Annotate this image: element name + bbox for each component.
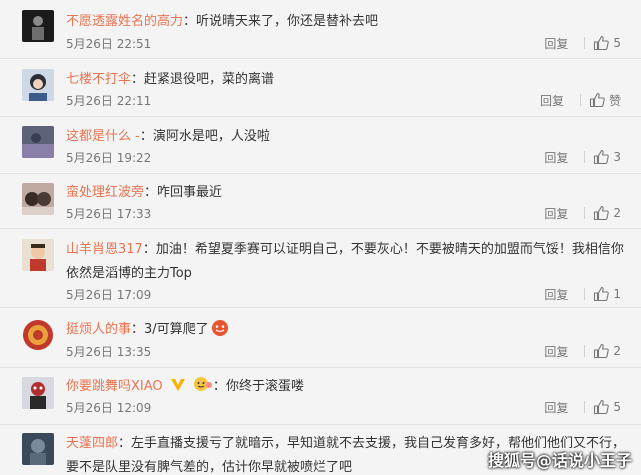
- reply-button[interactable]: 回复: [544, 399, 568, 416]
- like-count: 1: [613, 287, 621, 301]
- comment-text: 咋回事最近: [157, 185, 223, 200]
- thumbs-up-icon: [594, 399, 610, 415]
- comment-time: 5月26日 12:09: [66, 401, 152, 415]
- comment-item: 你要跳舞吗XIAO ：你终于滚蛋喽 5月26日 12:09 回复 5: [0, 368, 641, 425]
- avatar[interactable]: [22, 377, 54, 409]
- divider: [584, 288, 586, 300]
- avatar[interactable]: [22, 239, 54, 271]
- avatar[interactable]: [22, 10, 54, 42]
- thumbs-up-icon: [594, 343, 610, 359]
- comment-item: 山羊肖恩317：加油！希望夏季赛可以证明自己，不要灰心！不要被晴天的加盟而气馁！…: [0, 229, 641, 308]
- thumbs-up-icon: [594, 286, 610, 302]
- comment-time: 5月26日 22:51: [66, 37, 152, 51]
- like-count: 5: [613, 36, 621, 50]
- like-button[interactable]: 2: [593, 343, 621, 359]
- reply-button[interactable]: 回复: [544, 35, 568, 52]
- comment-list: 不愿透露姓名的高力：听说晴天来了，你还是替补去吧 5月26日 22:51 回复 …: [0, 0, 641, 475]
- comment-item: 不愿透露姓名的高力：听说晴天来了，你还是替补去吧 5月26日 22:51 回复 …: [0, 0, 641, 59]
- divider: [584, 207, 586, 219]
- comment-username[interactable]: 这都是什么 -: [66, 129, 140, 144]
- comment-time: 5月26日 17:09: [66, 288, 152, 302]
- comment-username[interactable]: 不愿透露姓名的高力: [66, 14, 183, 29]
- comment-item: 这都是什么 -：演阿水是吧，人没啦 5月26日 19:22 回复 3: [0, 117, 641, 174]
- like-count: 2: [613, 344, 621, 358]
- reply-button[interactable]: 回复: [544, 205, 568, 222]
- reply-button[interactable]: 回复: [540, 92, 564, 109]
- comment-time: 5月26日 19:22: [66, 151, 152, 165]
- divider: [584, 151, 586, 163]
- reply-button[interactable]: 回复: [544, 343, 568, 360]
- divider: [584, 401, 586, 413]
- reply-button[interactable]: 回复: [544, 149, 568, 166]
- like-button[interactable]: 赞: [589, 92, 621, 109]
- like-button[interactable]: 2: [593, 205, 621, 221]
- comment-username[interactable]: 七楼不打伞: [66, 72, 131, 87]
- like-button[interactable]: 5: [593, 35, 621, 51]
- comment-item: 七楼不打伞：赶紧退役吧，菜的离谱 5月26日 22:11 回复 赞: [0, 59, 641, 117]
- comment-item: 挺烦人的事：3/可算爬了 5月26日 13:35 回复 2: [0, 308, 641, 368]
- like-count: 2: [613, 206, 621, 220]
- comment-text: 听说晴天来了，你还是替补去吧: [196, 14, 379, 29]
- comment-username[interactable]: 你要跳舞吗XIAO: [66, 379, 163, 394]
- like-count: 赞: [608, 93, 621, 108]
- emoji-icon: [211, 319, 229, 341]
- divider: [584, 37, 586, 49]
- comment-username[interactable]: 蛮处理红波旁: [66, 185, 144, 200]
- v-badge-icon: [170, 378, 186, 396]
- like-count: 5: [613, 400, 621, 414]
- comment-username[interactable]: 天蓬四郎: [66, 436, 118, 451]
- avatar[interactable]: [22, 126, 54, 158]
- like-button[interactable]: 3: [593, 149, 621, 165]
- thumbs-up-icon: [589, 92, 605, 108]
- reply-button[interactable]: 回复: [544, 286, 568, 303]
- thumbs-up-icon: [594, 35, 610, 51]
- comment-text: 演阿水是吧，人没啦: [152, 129, 270, 144]
- comment-username[interactable]: 挺烦人的事: [66, 322, 131, 337]
- comment-text: 你终于滚蛋喽: [225, 379, 304, 394]
- comment-time: 5月26日 13:35: [66, 345, 152, 359]
- comment-text-continued: 依然是滔博的主力Top: [66, 266, 192, 281]
- like-button[interactable]: 5: [593, 399, 621, 415]
- comment-item: 蛮处理红波旁：咋回事最近 5月26日 17:33 回复 2: [0, 174, 641, 229]
- avatar[interactable]: [22, 319, 54, 351]
- divider: [579, 94, 581, 106]
- avatar[interactable]: [22, 433, 54, 465]
- thumbs-up-icon: [594, 205, 610, 221]
- avatar[interactable]: [22, 69, 54, 101]
- divider: [584, 345, 586, 357]
- thumbs-up-icon: [594, 149, 610, 165]
- emoji-icon: [193, 376, 213, 396]
- like-count: 3: [613, 150, 621, 164]
- comment-text: 3/可算爬了: [144, 322, 209, 337]
- comment-text: 赶紧退役吧，菜的离谱: [144, 72, 275, 87]
- comment-text-continued: 要不是队里没有脾气差的，估计你早就被喷烂了吧: [66, 460, 353, 475]
- like-button[interactable]: 1: [593, 286, 621, 302]
- comment-time: 5月26日 17:33: [66, 207, 152, 221]
- comment-text: 加油！希望夏季赛可以证明自己，不要灰心！不要被晴天的加盟而气馁！我相信你: [155, 242, 624, 257]
- comment-username[interactable]: 山羊肖恩317: [66, 242, 143, 257]
- avatar[interactable]: [22, 183, 54, 215]
- comment-time: 5月26日 22:11: [66, 94, 152, 108]
- watermark: 搜狐号@话说小王子: [488, 451, 633, 470]
